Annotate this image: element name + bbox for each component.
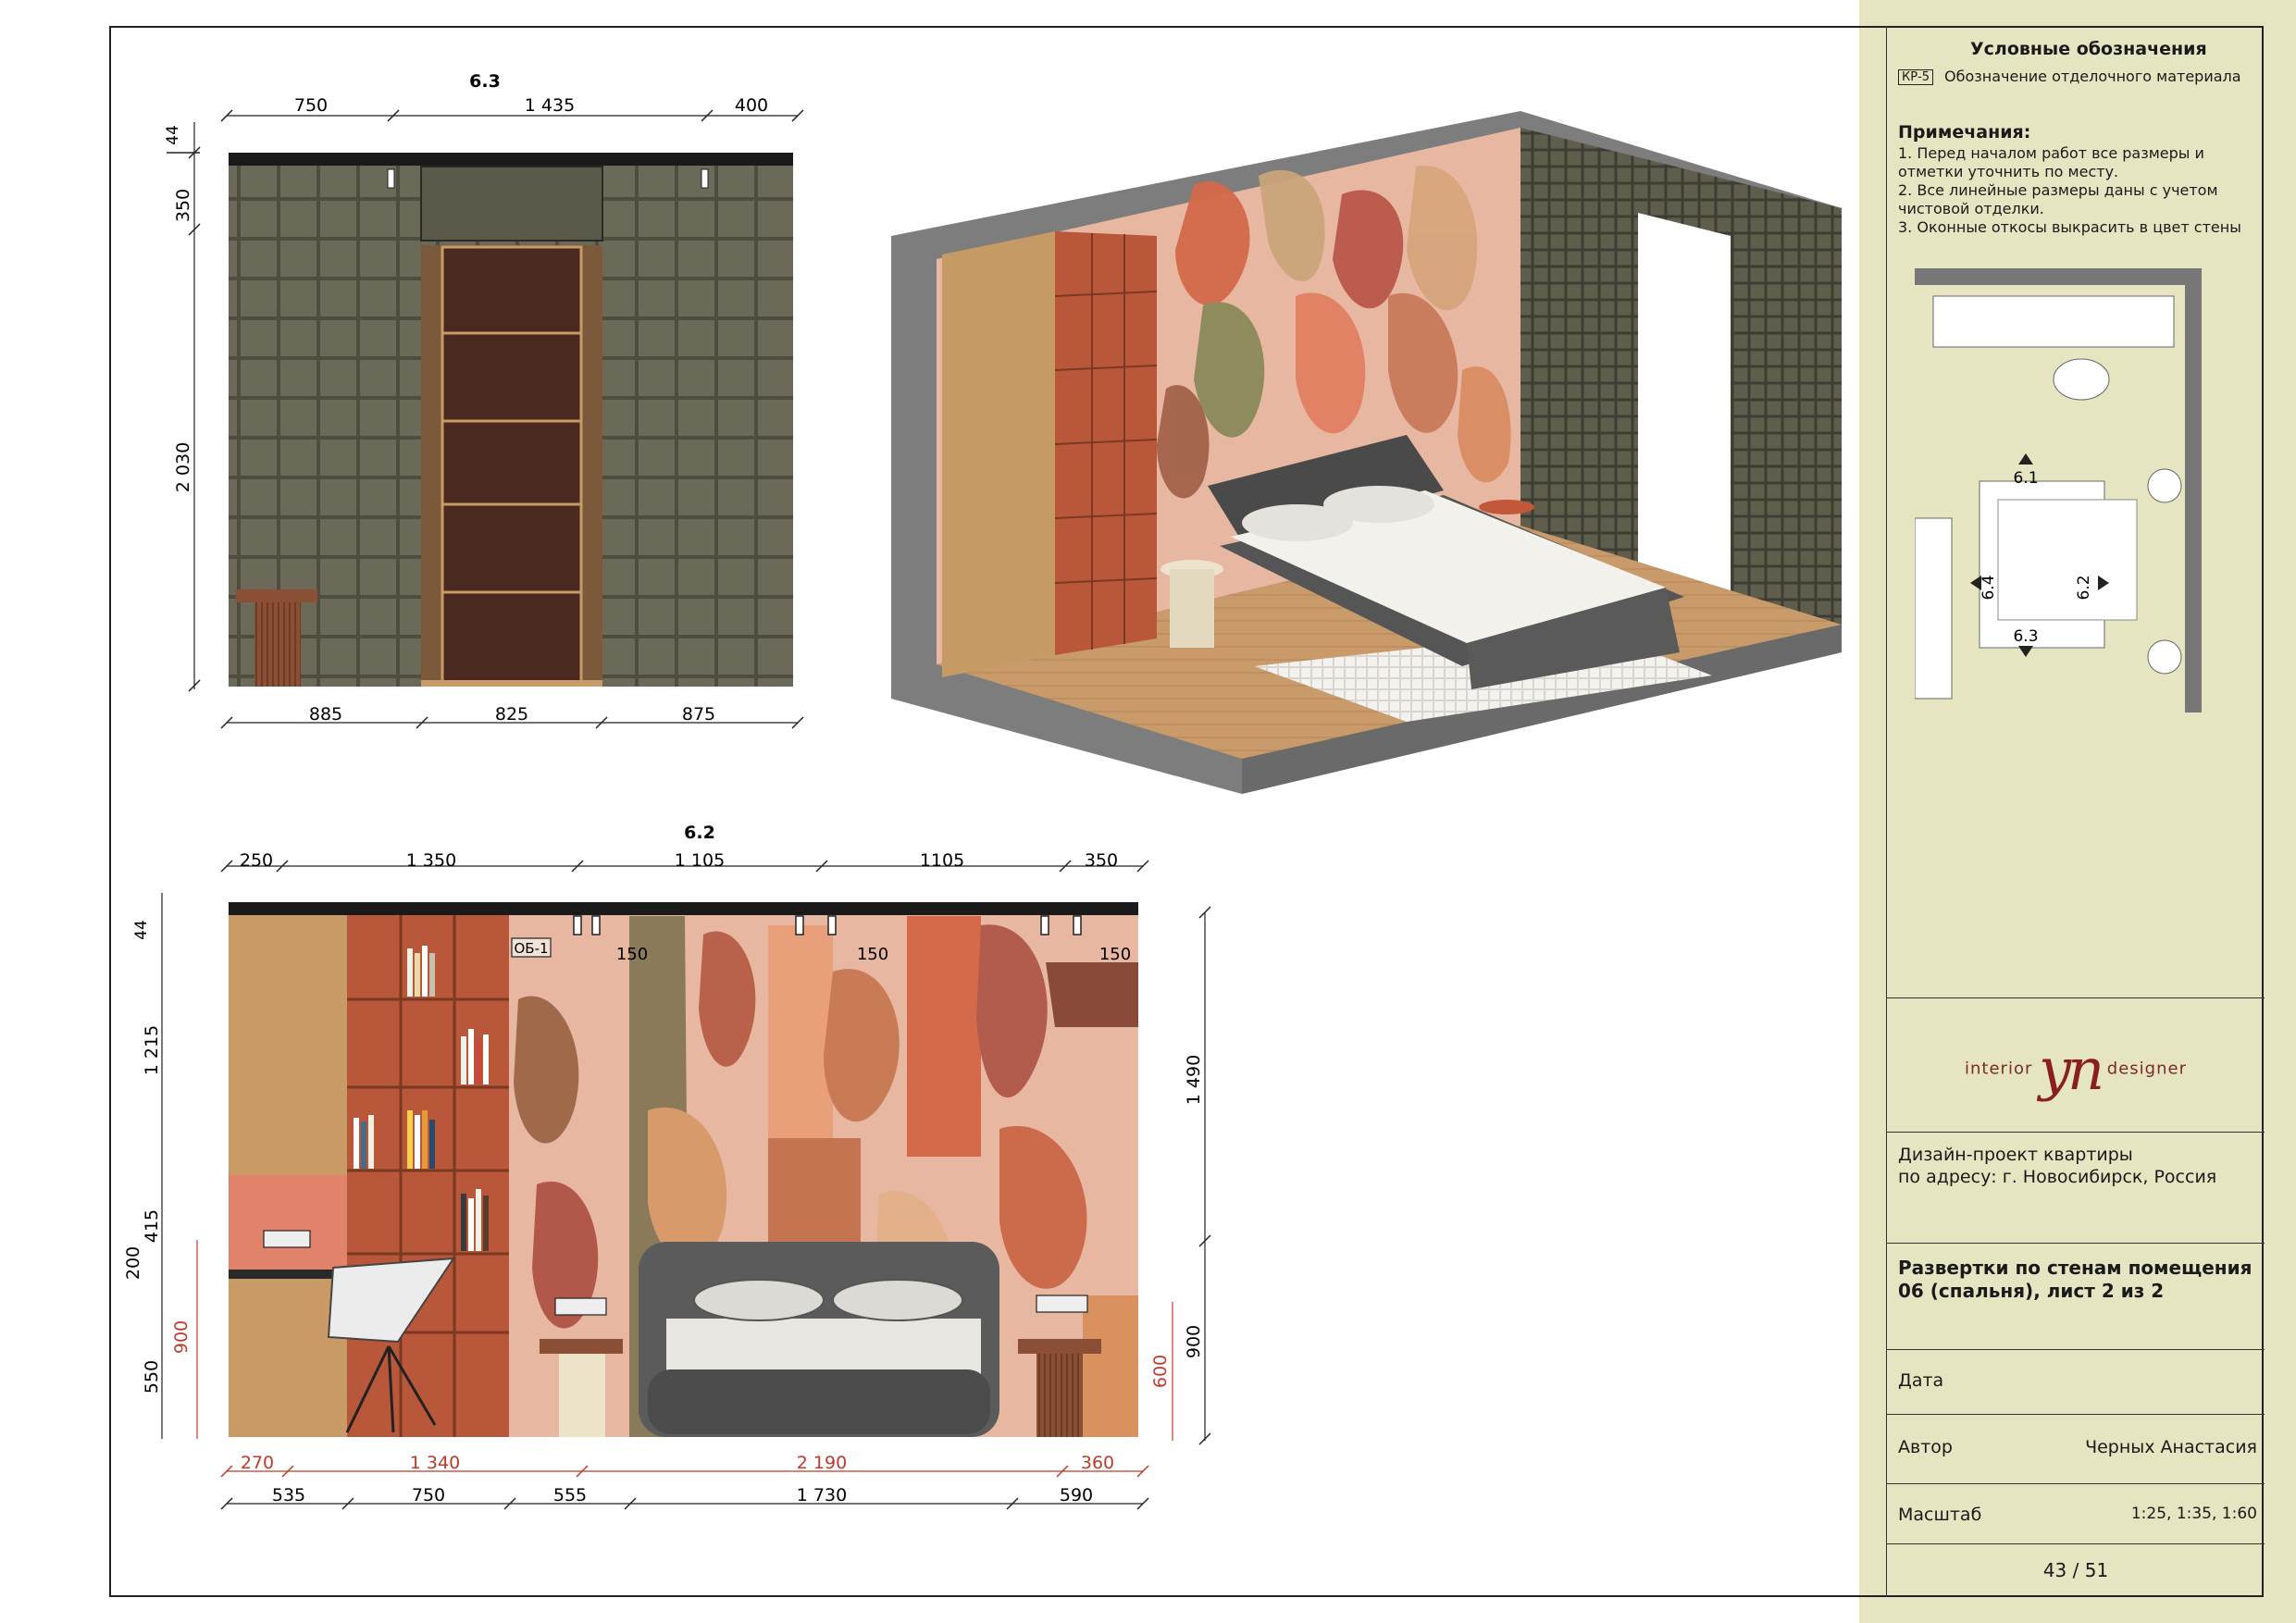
brand-logo: interior yn designer [1887,1035,2265,1103]
elevation-6-3: 6.3 750 1 435 400 44 350 2 030 885 825 8… [164,71,804,729]
material-code-description: Обозначение отделочного материала [1944,68,2241,85]
dim-6-2-left-2: 1 215 [142,1025,162,1075]
dim-6-2-right-2: 900 [1184,1325,1204,1358]
note-line: 1. Перед началом работ все размеры и [1898,144,2204,162]
note-line: чистовой отделки. [1898,200,2044,217]
view-title-6-2: 6.2 [684,823,715,843]
dim-6-3-top-3: 400 [735,95,768,116]
project-line-2: по адресу: г. Новосибирск, Россия [1898,1167,2217,1187]
dim-6-3-left-2: 350 [173,189,193,222]
isometric-render [891,111,1842,794]
plan-marker-6-4: 6.4 [1980,575,1998,600]
brand-left: interior [1965,1059,2033,1079]
dim-6-2-red-1: 270 [241,1453,274,1473]
dim-6-2-bottom-5: 590 [1060,1485,1093,1505]
note-line: отметки уточнить по месту. [1898,163,2119,180]
scale-value: 1:25, 1:35, 1:60 [2130,1505,2257,1523]
dim-6-2-top-5: 350 [1085,850,1118,871]
brand-row: interior yn designer [1887,997,2265,1132]
project-line-1: Дизайн-проект квартиры [1898,1145,2133,1165]
dim-6-2-left-5: 900 [171,1320,192,1354]
dim-6-2-top-3: 1 105 [675,850,725,871]
sheet-title-row: Развертки по стенам помещения 06 (спальн… [1887,1243,2265,1349]
title-block: Условные обозначения КР-5 Обозначение от… [1886,26,2265,1597]
author-row: Автор Черных Анастасия [1887,1414,2265,1483]
brand-right: designer [2106,1059,2187,1079]
scale-row: Масштаб 1:25, 1:35, 1:60 [1887,1483,2265,1543]
dim-6-3-left-3: 2 030 [173,442,193,492]
dim-6-2-left-1: 44 [132,920,151,940]
author-value: Черных Анастасия [2085,1437,2257,1457]
plan-marker-6-1: 6.1 [2013,469,2038,488]
project-row: Дизайн-проект квартиры по адресу: г. Нов… [1887,1132,2265,1243]
notes-heading: Примечания: [1898,122,2031,142]
light-dim-2: 150 [857,945,888,964]
key-plan: 6.1 6.2 6.3 6.4 [1915,268,2202,712]
brand-mark: yn [2039,1035,2104,1103]
author-label: Автор [1898,1437,1953,1457]
note-line: 3. Оконные откосы выкрасить в цвет стены [1898,218,2241,236]
dim-6-2-left-3: 415 [142,1209,162,1243]
light-dim-3: 150 [1099,945,1131,964]
light-dim-1: 150 [616,945,648,964]
date-row: Дата [1887,1349,2265,1414]
plan-marker-6-3: 6.3 [2013,627,2038,646]
dim-6-2-red-3: 2 190 [797,1453,847,1473]
sheet-title-line-1: Развертки по стенам помещения [1898,1257,2253,1279]
dim-6-2-top-1: 250 [240,850,273,871]
dim-6-2-bottom-4: 1 730 [797,1485,847,1505]
drawing-area: 6.3 750 1 435 400 44 350 2 030 885 825 8… [123,71,1842,1510]
plan-marker-6-2: 6.2 [2075,575,2093,600]
legend-title: Условные обозначения [1970,39,2207,59]
page-row: 43 / 51 [1887,1543,2265,1597]
view-title-6-3: 6.3 [469,71,501,92]
dim-6-3-top-1: 750 [294,95,328,116]
dim-6-3-bottom-3: 875 [682,704,715,725]
scale-label: Масштаб [1898,1505,1982,1525]
date-label: Дата [1898,1370,1944,1391]
sheet-title-line-2: 06 (спальня), лист 2 из 2 [1898,1280,2165,1302]
dim-6-2-top-2: 1 350 [406,850,456,871]
dim-6-3-left-1: 44 [164,125,182,145]
material-tag: ОБ-1 [514,940,548,957]
note-line: 2. Все линейные размеры даны с учетом [1898,181,2218,199]
dim-6-3-bottom-1: 885 [309,704,342,725]
dim-6-3-top-2: 1 435 [525,95,575,116]
dim-6-2-bottom-3: 555 [553,1485,587,1505]
dim-6-2-top-4: 1105 [920,850,964,871]
dim-6-2-left-6: 550 [142,1360,162,1394]
dim-6-2-right-1: 1 490 [1184,1055,1204,1105]
dim-6-2-left-4: 200 [123,1246,143,1280]
dim-6-2-red-4: 360 [1081,1453,1114,1473]
dim-6-2-right-3: 600 [1150,1355,1171,1388]
elevation-6-2: 6.2 250 1 350 1 105 1105 350 44 1 215 41… [123,823,1211,1510]
material-code-sample: КР-5 [1898,69,1934,85]
dim-6-2-bottom-1: 535 [272,1485,305,1505]
dim-6-2-bottom-2: 750 [412,1485,445,1505]
dim-6-3-bottom-2: 825 [495,704,528,725]
page-number: 43 / 51 [2042,1559,2109,1581]
dim-6-2-red-2: 1 340 [410,1453,460,1473]
